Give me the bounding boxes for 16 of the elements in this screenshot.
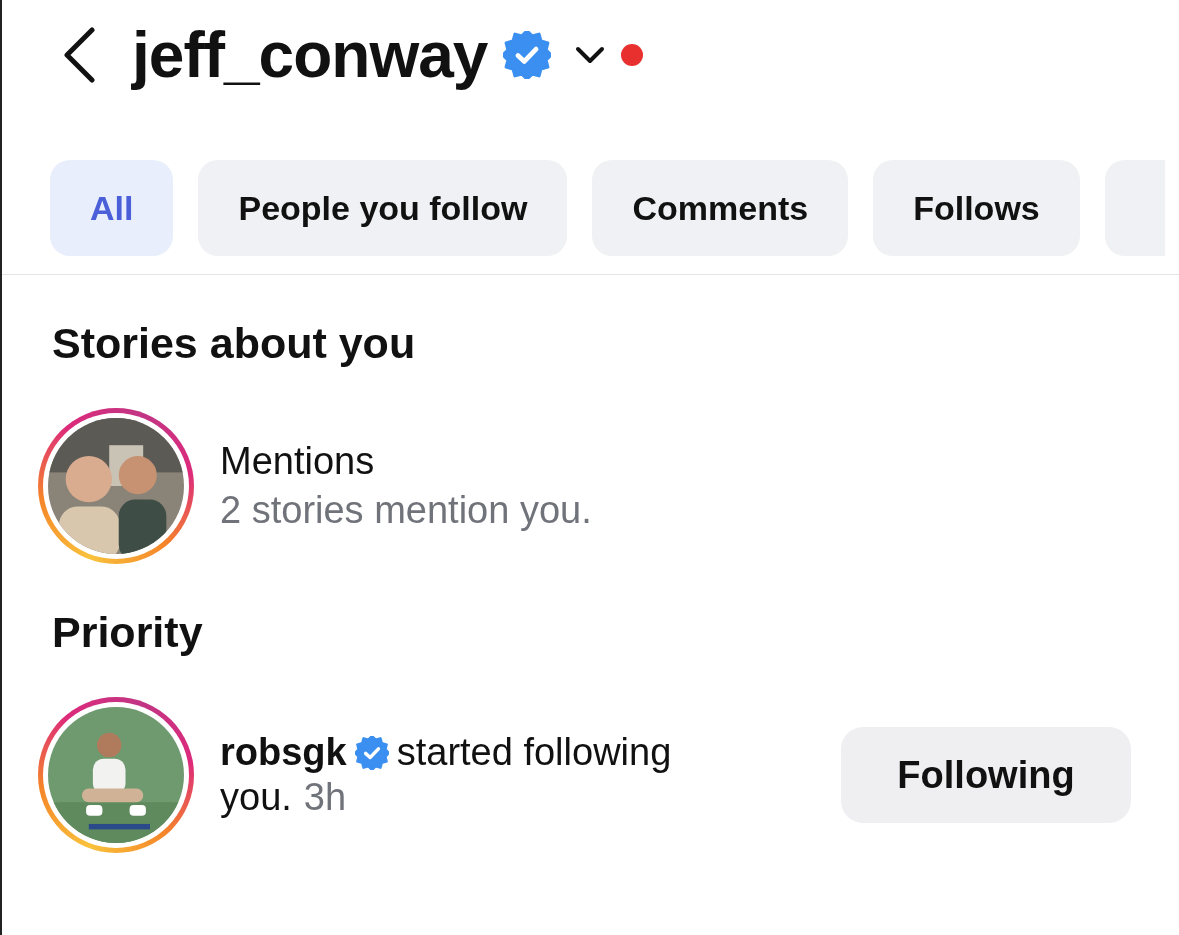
back-icon[interactable] [62,27,96,83]
filter-chip[interactable]: Follows [873,160,1080,256]
section-title: Stories about you [51,319,417,368]
following-button[interactable]: Following [841,727,1131,823]
username[interactable]: robsgk [220,731,347,774]
chevron-down-icon[interactable] [575,46,606,64]
item-subtitle: 2 stories mention you. [220,489,593,532]
timestamp: 3h [303,776,347,819]
item-title: Mentions [220,440,376,483]
notification-text: started following [396,731,672,774]
filter-chip[interactable]: People you follow [198,160,568,256]
filter-chip[interactable]: All [50,160,174,256]
filter-chip[interactable]: Comments [592,160,849,256]
notification-text: you. [220,776,292,819]
account-title: jeff_conway [132,18,488,92]
section-title: Priority [51,608,204,657]
